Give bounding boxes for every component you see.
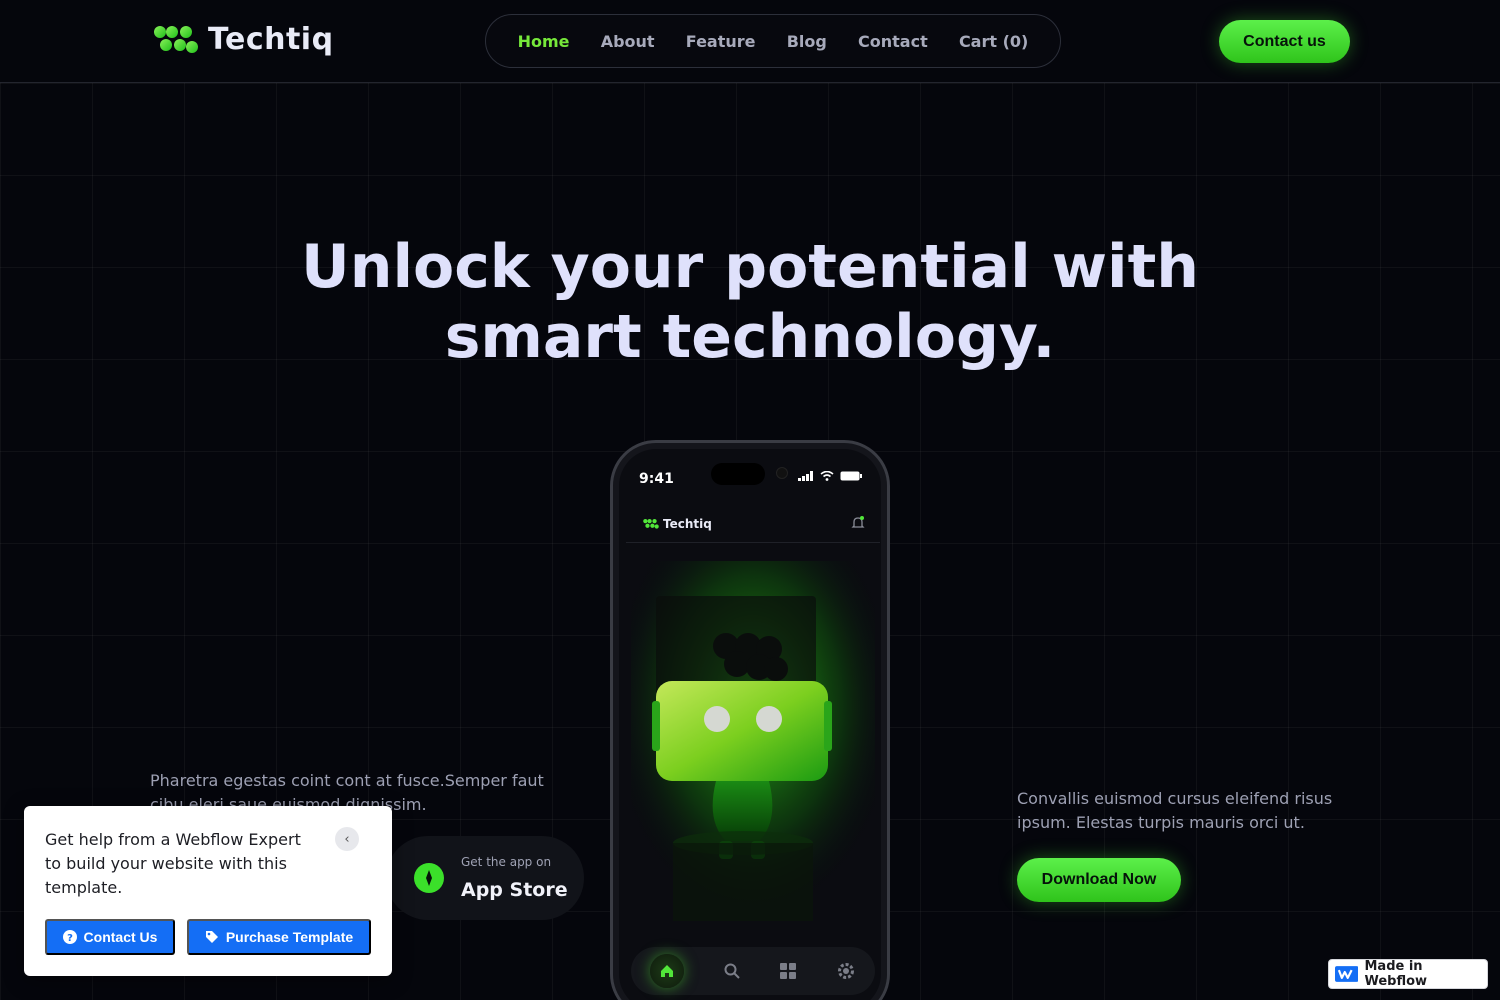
hero-title-line2: smart technology.	[444, 302, 1056, 372]
logo[interactable]: Techtiq	[152, 22, 334, 57]
phone-mockup: 9:41 Techtiq	[610, 440, 890, 1000]
battery-icon	[840, 471, 862, 481]
tab-home[interactable]	[650, 954, 685, 988]
signal-icon	[798, 471, 813, 481]
contact-us-button[interactable]: Contact us	[1219, 20, 1350, 63]
nav-item-about[interactable]: About	[601, 32, 655, 51]
question-icon: ?	[62, 930, 77, 944]
download-now-button[interactable]: Download Now	[1017, 858, 1181, 902]
help-contact-us-button[interactable]: ? Contact Us	[45, 919, 175, 955]
app-store-button[interactable]: Get the app on App Store	[386, 836, 584, 920]
hero-title: Unlock your potential with smart technol…	[0, 232, 1500, 372]
phone-app-header: Techtiq	[626, 505, 880, 543]
nav-item-contact[interactable]: Contact	[858, 32, 928, 51]
phone-camera	[776, 467, 788, 479]
app-store-icon	[414, 863, 444, 893]
phone-logo-mark-icon	[643, 519, 659, 529]
phone-tab-bar	[631, 947, 875, 995]
purchase-template-label: Purchase Template	[225, 929, 354, 945]
phone-logo: Techtiq	[642, 517, 712, 531]
settings-icon[interactable]	[836, 961, 856, 981]
phone-brand-name: Techtiq	[663, 517, 712, 531]
purchase-template-button[interactable]: Purchase Template	[187, 919, 371, 955]
webflow-logo-icon	[1335, 966, 1359, 982]
phone-time: 9:41	[639, 471, 674, 487]
made-in-webflow-badge[interactable]: Made in Webflow	[1328, 959, 1488, 989]
bell-icon[interactable]	[850, 515, 866, 531]
hero-right-text: Convallis euismod cursus eleifend risus …	[1017, 789, 1333, 832]
nav-item-cart[interactable]: Cart (0)	[959, 32, 1028, 51]
phone-status-icons	[798, 471, 862, 481]
search-icon[interactable]	[723, 962, 741, 980]
hero-title-line1: Unlock your potential with	[301, 232, 1199, 302]
logo-mark-icon	[154, 25, 198, 53]
help-contact-label: Contact Us	[83, 929, 158, 945]
app-store-caption: Get the app on	[461, 855, 552, 869]
nav-item-feature[interactable]: Feature	[686, 32, 756, 51]
nav-item-blog[interactable]: Blog	[787, 32, 827, 51]
wifi-icon	[820, 471, 834, 481]
help-card-text: Get help from a Webflow Expert to build …	[45, 830, 301, 897]
site-header: Techtiq Home About Feature Blog Contact …	[0, 0, 1500, 83]
main-nav: Home About Feature Blog Contact Cart (0)	[485, 14, 1061, 68]
home-icon	[661, 965, 674, 977]
collapse-button[interactable]: ‹	[335, 827, 359, 851]
logo-text: Techtiq	[208, 22, 334, 57]
svg-text:?: ?	[67, 933, 73, 944]
webflow-help-card: Get help from a Webflow Expert to build …	[24, 806, 392, 976]
tag-icon	[205, 931, 218, 943]
badge-label: Made in Webflow	[1364, 959, 1428, 989]
robot-illustration	[631, 561, 875, 921]
chevron-left-icon: ‹	[344, 831, 350, 847]
phone-notch	[711, 463, 765, 485]
app-store-label: App Store	[461, 879, 568, 901]
nav-item-home[interactable]: Home	[518, 32, 570, 51]
grid-icon[interactable]	[779, 962, 797, 980]
